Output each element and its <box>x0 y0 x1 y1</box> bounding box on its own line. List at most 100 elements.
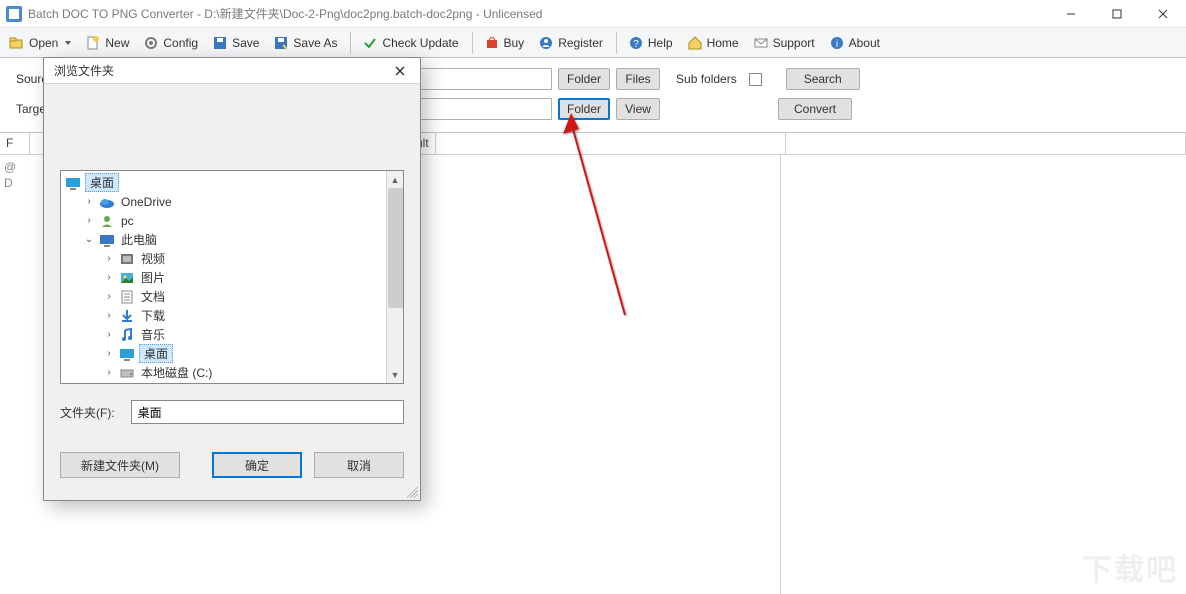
tree-item[interactable]: ›pc <box>61 211 386 230</box>
cancel-button[interactable]: 取消 <box>314 452 404 478</box>
btn-label: 确定 <box>245 457 269 474</box>
tree-item[interactable]: › 桌面 <box>61 344 386 363</box>
grid-row-markers: @ D <box>0 155 30 195</box>
new-icon <box>85 35 101 51</box>
expand-icon[interactable]: › <box>103 310 115 321</box>
config-label: Config <box>163 36 198 50</box>
tree-label: 下载 <box>139 306 167 325</box>
expand-icon[interactable]: › <box>103 367 115 378</box>
onedrive-icon <box>99 194 115 210</box>
target-folder-button[interactable]: Folder <box>558 98 610 120</box>
expand-icon[interactable]: ⌄ <box>83 234 95 245</box>
grid-col-3[interactable] <box>436 133 786 154</box>
close-button[interactable] <box>1140 0 1186 27</box>
browse-folder-dialog: 浏览文件夹 桌面 ›OneDrive›pc⌄此电脑›视频›图片›文档›下载›音乐… <box>43 57 421 501</box>
minimize-button[interactable] <box>1048 0 1094 27</box>
convert-label: Convert <box>794 102 836 116</box>
support-icon <box>753 35 769 51</box>
tree-scrollbar[interactable]: ▲ ▼ <box>386 171 403 383</box>
tree-item[interactable]: › 音乐 <box>61 325 386 344</box>
maximize-button[interactable] <box>1094 0 1140 27</box>
btn-label: 新建文件夹(M) <box>81 457 159 474</box>
drive-icon <box>119 365 135 381</box>
config-icon <box>143 35 159 51</box>
search-label: Search <box>804 72 842 86</box>
desktop-icon <box>65 175 81 191</box>
tree-item[interactable]: › OneDrive <box>61 192 386 211</box>
scroll-down-icon[interactable]: ▼ <box>387 366 403 383</box>
tree-item-root[interactable]: 桌面 <box>61 173 386 192</box>
svg-text:i: i <box>835 39 837 50</box>
toolbar-separator <box>350 32 351 54</box>
music-icon <box>119 327 135 343</box>
ok-button[interactable]: 确定 <box>212 452 302 478</box>
about-label: About <box>849 36 880 50</box>
tree-label: 文档 <box>139 287 167 306</box>
source-folder-button[interactable]: Folder <box>558 68 610 90</box>
search-button[interactable]: Search <box>786 68 860 90</box>
about-button[interactable]: i About <box>824 32 887 54</box>
subfolders-checkbox[interactable] <box>749 73 762 86</box>
save-button[interactable]: Save <box>207 32 266 54</box>
folder-label: Folder <box>567 102 601 116</box>
grid-col-4[interactable] <box>786 133 1186 154</box>
scroll-thumb[interactable] <box>388 188 403 308</box>
resize-grip[interactable] <box>406 486 418 498</box>
user-icon <box>99 213 115 229</box>
dialog-titlebar[interactable]: 浏览文件夹 <box>44 58 420 84</box>
save-as-button[interactable]: Save As <box>268 32 344 54</box>
expand-icon[interactable]: › <box>83 196 95 207</box>
help-icon: ? <box>628 35 644 51</box>
picture-icon <box>119 270 135 286</box>
folder-field-input[interactable] <box>131 400 404 424</box>
view-button[interactable]: View <box>616 98 660 120</box>
view-label: View <box>625 102 651 116</box>
tree-item[interactable]: › 文档 <box>61 287 386 306</box>
dialog-close-button[interactable] <box>380 58 420 83</box>
tree-item[interactable]: ›本地磁盘 (C:) <box>61 363 386 382</box>
tree-item[interactable]: ⌄ 此电脑 <box>61 230 386 249</box>
expand-icon[interactable]: › <box>103 291 115 302</box>
files-label: Files <box>625 72 650 86</box>
grid-col-file[interactable]: F <box>0 133 30 154</box>
tree-label: OneDrive <box>119 194 174 210</box>
config-button[interactable]: Config <box>138 32 205 54</box>
open-button[interactable]: Open <box>4 32 78 54</box>
btn-label: 取消 <box>347 457 371 474</box>
app-icon <box>6 6 22 22</box>
expand-icon[interactable]: › <box>83 215 95 226</box>
home-button[interactable]: Home <box>682 32 746 54</box>
doc-icon <box>119 289 135 305</box>
tree-label: 此电脑 <box>119 230 159 249</box>
buy-button[interactable]: Buy <box>479 32 532 54</box>
tree-label: 桌面 <box>139 344 173 363</box>
support-label: Support <box>773 36 815 50</box>
desktop-icon <box>119 346 135 362</box>
tree-item[interactable]: › 下载 <box>61 306 386 325</box>
col-label: F <box>6 136 13 150</box>
toolbar-separator <box>472 32 473 54</box>
new-folder-button[interactable]: 新建文件夹(M) <box>60 452 180 478</box>
register-button[interactable]: Register <box>533 32 610 54</box>
tree-label: 音乐 <box>139 325 167 344</box>
convert-button[interactable]: Convert <box>778 98 852 120</box>
scroll-up-icon[interactable]: ▲ <box>387 171 403 188</box>
download-icon <box>119 308 135 324</box>
support-button[interactable]: Support <box>748 32 822 54</box>
check-update-button[interactable]: Check Update <box>357 32 465 54</box>
window-title: Batch DOC TO PNG Converter - D:\新建文件夹\Do… <box>28 5 1048 22</box>
check-update-label: Check Update <box>382 36 458 50</box>
tree-item[interactable]: ›视频 <box>61 249 386 268</box>
expand-icon[interactable]: › <box>103 272 115 283</box>
buy-icon <box>484 35 500 51</box>
expand-icon[interactable]: › <box>103 329 115 340</box>
expand-icon[interactable]: › <box>103 253 115 264</box>
marker-at: @ <box>4 159 26 175</box>
expand-icon[interactable]: › <box>103 348 115 359</box>
tree-item[interactable]: ›图片 <box>61 268 386 287</box>
help-button[interactable]: ? Help <box>623 32 680 54</box>
source-files-button[interactable]: Files <box>616 68 660 90</box>
new-button[interactable]: New <box>80 32 136 54</box>
home-icon <box>687 35 703 51</box>
home-label: Home <box>707 36 739 50</box>
